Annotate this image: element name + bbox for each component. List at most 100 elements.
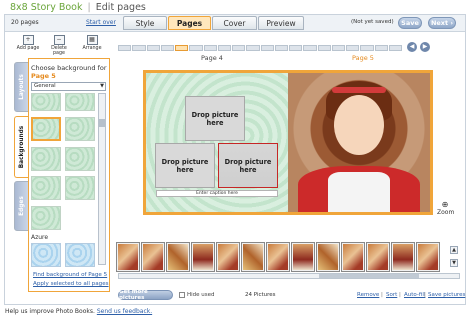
page-segment[interactable] <box>289 45 303 51</box>
background-swatch[interactable] <box>31 93 61 111</box>
page-segment[interactable] <box>388 45 402 51</box>
apply-all-link[interactable]: Apply selected to all pages <box>33 281 109 287</box>
right-page-label: Page 5 <box>352 54 374 62</box>
side-tab-edges-label: Edges <box>18 196 25 216</box>
side-tab-backgrounds[interactable]: Backgrounds <box>14 116 29 178</box>
zoom-label: Zoom <box>437 209 455 216</box>
page-segment[interactable] <box>189 45 203 51</box>
background-swatch-selected[interactable] <box>31 116 61 141</box>
picture-thumbnail[interactable] <box>241 242 265 272</box>
scrollbar-thumb[interactable] <box>99 119 105 127</box>
caption-input[interactable]: Enter caption here <box>156 190 278 197</box>
picture-thumbnail[interactable] <box>116 242 140 272</box>
picture-thumbnail[interactable] <box>291 242 315 272</box>
page-segment[interactable] <box>260 45 274 51</box>
page-segment[interactable] <box>132 45 146 51</box>
tab-pages[interactable]: Pages <box>168 16 211 30</box>
page-segment[interactable] <box>146 45 160 51</box>
background-swatch[interactable] <box>65 116 95 141</box>
picture-thumbnail[interactable] <box>191 242 215 272</box>
page-segment[interactable] <box>203 45 217 51</box>
background-swatch[interactable] <box>31 243 61 267</box>
page-segment[interactable] <box>374 45 388 51</box>
background-category-value: General <box>34 83 56 89</box>
background-section-label: Azure <box>31 234 49 241</box>
picture-thumbnail[interactable] <box>166 242 190 272</box>
add-page-label: Add page <box>16 46 40 51</box>
picture-thumbnail[interactable] <box>391 242 415 272</box>
add-page-icon: + <box>22 35 34 45</box>
page-navigator[interactable] <box>118 45 402 51</box>
add-page-button[interactable]: + Add page <box>14 34 42 54</box>
arrange-label: Arrange <box>82 46 102 51</box>
choose-background-label: Choose background for Page 5 <box>31 64 109 80</box>
filmstrip-scrollbar[interactable] <box>118 273 460 279</box>
background-swatch[interactable] <box>65 176 95 201</box>
background-swatch[interactable] <box>31 146 61 171</box>
page-segment[interactable] <box>118 45 132 51</box>
photo-drop-zone-active[interactable]: Drop picture here <box>218 143 278 188</box>
next-button[interactable]: Next › <box>428 17 456 29</box>
page-segment[interactable] <box>317 45 331 51</box>
page-photo[interactable] <box>288 73 430 212</box>
photo-drop-zone[interactable]: Drop picture here <box>155 143 215 188</box>
link-separator: | <box>381 292 383 298</box>
page-title: Edit pages <box>95 2 146 13</box>
picture-thumbnail[interactable] <box>316 242 340 272</box>
picture-thumbnail[interactable] <box>416 242 440 272</box>
prev-spread-icon[interactable]: ◀ <box>407 42 417 52</box>
next-spread-icon[interactable]: ▶ <box>420 42 430 52</box>
side-tab-edges[interactable]: Edges <box>14 181 29 231</box>
app-title: 8x8 Story Book <box>10 2 83 13</box>
page-segment[interactable] <box>360 45 374 51</box>
save-button[interactable]: Save <box>398 17 422 29</box>
zoom-button[interactable]: ⊕ Zoom <box>437 200 455 216</box>
get-more-pictures-button[interactable]: Get more pictures <box>118 289 173 301</box>
side-tab-layouts[interactable]: Layouts <box>14 62 29 112</box>
page-segment[interactable] <box>232 45 246 51</box>
sort-link[interactable]: Sort <box>386 292 397 298</box>
background-swatch[interactable] <box>65 93 95 111</box>
background-swatch[interactable] <box>65 243 95 267</box>
tab-preview[interactable]: Preview <box>258 16 304 30</box>
arrange-button[interactable]: ▦ Arrange <box>78 34 106 54</box>
page-segment[interactable] <box>331 45 345 51</box>
magnifier-icon: ⊕ <box>441 200 449 209</box>
photo-drop-zone[interactable]: Drop picture here <box>185 96 245 141</box>
picture-thumbnail[interactable] <box>341 242 365 272</box>
delete-page-button[interactable]: − Delete page <box>45 34 73 56</box>
delete-page-label: Delete page <box>51 46 67 56</box>
picture-thumbnail[interactable] <box>216 242 240 272</box>
picture-thumbnail[interactable] <box>141 242 165 272</box>
delete-page-icon: − <box>53 35 65 45</box>
background-swatch[interactable] <box>65 146 95 171</box>
tab-cover[interactable]: Cover <box>212 16 257 30</box>
hide-used-toggle[interactable]: Hide used <box>179 292 215 298</box>
footer: Help us improve Photo Books. Send us fee… <box>5 308 152 315</box>
remove-link[interactable]: Remove <box>357 292 379 298</box>
tab-style[interactable]: Style <box>123 16 167 30</box>
filmstrip-down-icon[interactable]: ▼ <box>450 259 458 267</box>
background-category-select[interactable]: General ▼ <box>31 82 106 91</box>
picture-thumbnail[interactable] <box>266 242 290 272</box>
save-pictures-link[interactable]: Save pictures <box>428 292 465 298</box>
find-background-link[interactable]: Find background of Page 5 <box>33 272 107 278</box>
side-tab-backgrounds-label: Backgrounds <box>19 125 25 169</box>
page-segment[interactable] <box>346 45 360 51</box>
filmstrip-up-icon[interactable]: ▲ <box>450 246 458 254</box>
feedback-link[interactable]: Send us feedback. <box>97 308 152 315</box>
hide-used-checkbox[interactable] <box>179 292 185 298</box>
backgrounds-scrollbar[interactable] <box>98 93 106 265</box>
picture-thumbnail[interactable] <box>366 242 390 272</box>
start-over-link[interactable]: Start over <box>86 19 116 26</box>
page-segment[interactable] <box>274 45 288 51</box>
page-segment[interactable] <box>175 45 189 51</box>
scrollbar-thumb[interactable] <box>319 274 419 278</box>
background-swatch[interactable] <box>31 176 61 201</box>
background-swatch[interactable] <box>31 206 61 231</box>
auto-fill-link[interactable]: Auto-fill <box>404 292 425 298</box>
page-segment[interactable] <box>246 45 260 51</box>
page-segment[interactable] <box>160 45 174 51</box>
page-segment[interactable] <box>303 45 317 51</box>
page-segment[interactable] <box>217 45 231 51</box>
